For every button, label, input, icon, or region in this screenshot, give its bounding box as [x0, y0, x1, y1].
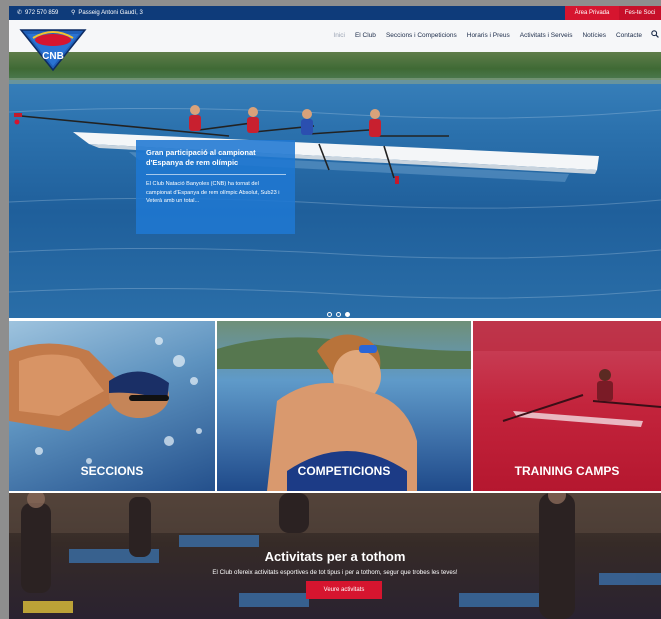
nav-item-inici[interactable]: Inici [328, 32, 350, 39]
phone-number: 972 570 859 [25, 9, 59, 16]
search-icon[interactable] [647, 30, 659, 40]
slide-title: Gran participació al campionat d'Espanya… [146, 148, 256, 167]
location-pin-icon: ⚲ [71, 10, 76, 16]
browser-page: ✆ 972 570 859 ⚲ Passeig Antoni Gaudí, 3 … [9, 6, 661, 619]
activitats-title: Activitats per a tothom [264, 549, 406, 564]
slider-dots [327, 312, 350, 317]
activitats-text: El Club ofereix activitats esportives de… [212, 569, 458, 576]
nav-item-seccions[interactable]: Seccions i Competicions [381, 32, 462, 39]
address-contact[interactable]: ⚲ Passeig Antoni Gaudí, 3 [71, 9, 143, 17]
nav-item-noticies[interactable]: Notícies [577, 32, 610, 39]
nav-item-horaris[interactable]: Horaris i Preus [462, 32, 515, 39]
address-text: Passeig Antoni Gaudí, 3 [78, 9, 143, 16]
tile-seccions[interactable]: SECCIONS [9, 321, 215, 491]
slider-dot-1[interactable] [327, 312, 332, 317]
slider-dot-2[interactable] [336, 312, 341, 317]
nav-item-contacte[interactable]: Contacte [611, 32, 647, 39]
tile-label-competicions: COMPETICIONS [297, 464, 391, 478]
phone-icon: ✆ [17, 10, 23, 16]
main-nav: Inici El Club Seccions i Competicions Ho… [328, 30, 659, 40]
slide-text: El Club Natació Banyoles (CNB) ha tornat… [146, 181, 280, 204]
tile-training-camps[interactable]: TRAINING CAMPS [473, 321, 661, 491]
area-privada-button[interactable]: Àrea Privada [565, 6, 619, 20]
top-bar: ✆ 972 570 859 ⚲ Passeig Antoni Gaudí, 3 … [9, 6, 661, 20]
activitats-banner: Activitats per a tothom El Club ofereix … [9, 493, 661, 619]
fes-te-soci-button[interactable]: Fes-te Soci [619, 6, 661, 20]
logo-text: CNB [42, 51, 64, 62]
phone-contact[interactable]: ✆ 972 570 859 [17, 9, 59, 17]
nav-item-el-club[interactable]: El Club [350, 32, 381, 39]
rowing-boat-image [9, 105, 661, 299]
section-tiles: SECCIONS COMPETICIONS TRAINING CAMPS [9, 321, 661, 491]
tile-label-training-camps: TRAINING CAMPS [514, 464, 620, 478]
slide-caption[interactable]: Gran participació al campionat d'Espanya… [136, 140, 295, 234]
site-header: CNB Inici El Club Seccions i Competicion… [9, 20, 661, 72]
tile-label-seccions: SECCIONS [80, 464, 144, 478]
tile-competicions[interactable]: COMPETICIONS [217, 321, 471, 491]
caption-divider [146, 174, 286, 175]
veure-activitats-button[interactable]: Veure activitats [306, 581, 382, 599]
hero-slider[interactable]: Gran participació al campionat d'Espanya… [9, 52, 661, 318]
cnb-logo[interactable]: CNB [19, 26, 87, 72]
nav-item-activitats[interactable]: Activitats i Serveis [515, 32, 578, 39]
slider-dot-3[interactable] [345, 312, 350, 317]
